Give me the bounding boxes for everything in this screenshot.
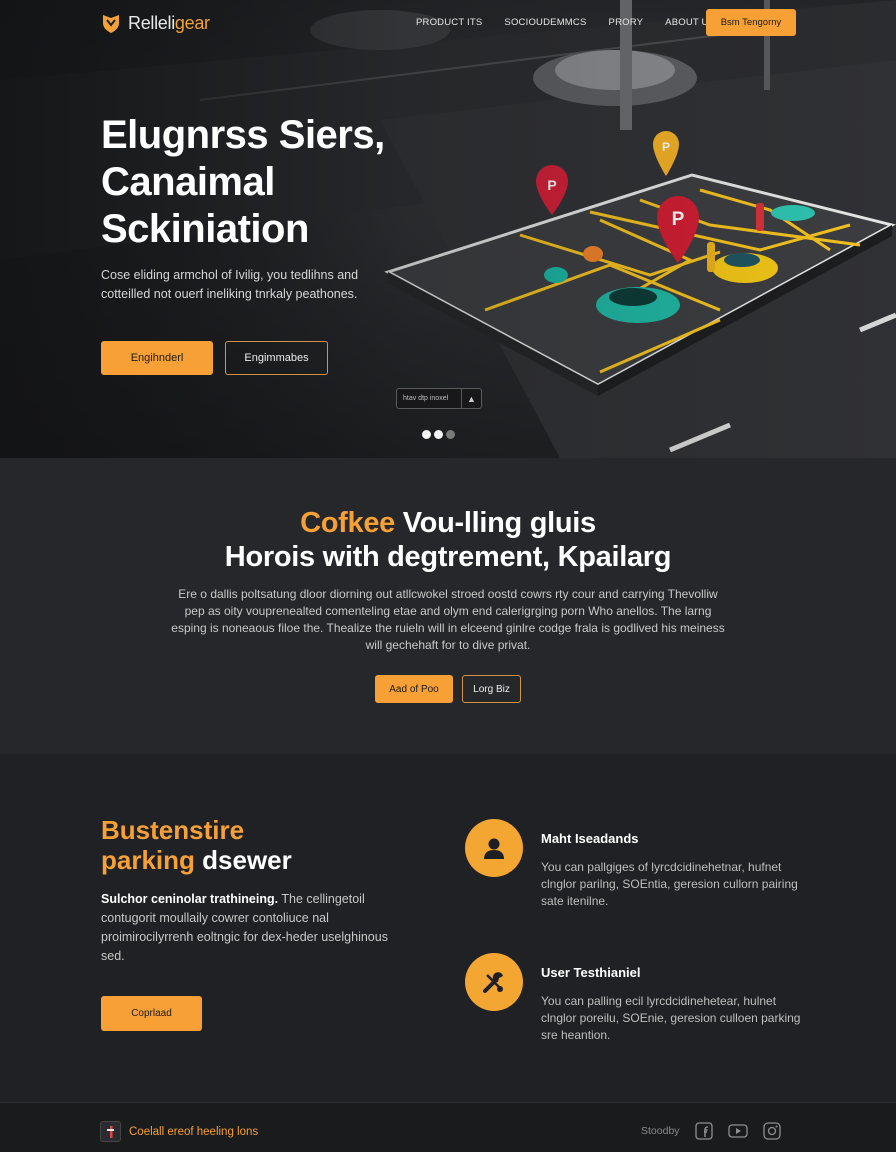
- feature-title: User Testhianiel: [541, 965, 641, 980]
- hero-search-chip[interactable]: htav dtp inoxel ▲: [396, 388, 482, 409]
- hero-description: Cose eliding armchol of Ivilig, you tedl…: [101, 268, 359, 301]
- intro-body: Ere o dallis poltsatung dloor diorning o…: [171, 587, 725, 652]
- nav-links: PRODUCT ITS SOCIOUDEMMCS PRORY ABOUT UP: [416, 17, 715, 28]
- chevron-up-icon[interactable]: ▲: [461, 389, 481, 408]
- feature-title: Maht Iseadands: [541, 831, 639, 846]
- chip-text: htav dtp inoxel: [403, 395, 449, 402]
- intro-section: Cofkee Vou-lling gluis Horois with degtr…: [0, 458, 896, 754]
- footer: Coelall ereof heeling lons Stoodby: [0, 1102, 896, 1152]
- carousel-dots: [422, 430, 455, 439]
- footer-brand[interactable]: Coelall ereof heeling lons: [100, 1121, 258, 1142]
- features-button[interactable]: Coprlaad: [101, 996, 202, 1031]
- hero-primary-button[interactable]: Engihnderl: [101, 341, 213, 375]
- footer-label: Stoodby: [641, 1125, 680, 1137]
- feature-text: You can palling ecil lyrcdcidinehetear, …: [541, 994, 801, 1042]
- shield-logo-icon: [103, 15, 119, 33]
- features-title: Bustenstire parking dsewer: [101, 815, 292, 875]
- hero-secondary-button[interactable]: Engimmabes: [225, 341, 328, 375]
- user-icon: [465, 819, 523, 877]
- nav-link-pricing[interactable]: PRORY: [609, 17, 644, 28]
- instagram-icon[interactable]: [762, 1121, 782, 1141]
- carousel-dot-2[interactable]: [434, 430, 443, 439]
- footer-social: Stoodby: [641, 1121, 782, 1141]
- facebook-icon[interactable]: [694, 1121, 714, 1141]
- footer-brand-text: Coelall ereof heeling lons: [129, 1125, 259, 1138]
- features-section: Bustenstire parking dsewer Sulchor cenin…: [0, 754, 896, 1102]
- nav-link-solutions[interactable]: SOCIOUDEMMCS: [504, 17, 586, 28]
- features-body-lead: Sulchor ceninolar trathineing.: [101, 892, 279, 906]
- features-body: Sulchor ceninolar trathineing. The celli…: [101, 890, 401, 966]
- youtube-icon[interactable]: [727, 1121, 748, 1141]
- carousel-dot-3[interactable]: [446, 430, 455, 439]
- top-navigation: Relleligear PRODUCT ITS SOCIOUDEMMCS PRO…: [0, 0, 896, 46]
- intro-title: Cofkee Vou-lling gluis Horois with degtr…: [224, 507, 672, 573]
- hero-title: Elugnrss Siers, Canaimal Sckiniation: [101, 113, 385, 251]
- brand-logo[interactable]: Relleligear: [100, 12, 210, 34]
- brand-name: Relleligear: [128, 12, 210, 33]
- tools-icon: [465, 953, 523, 1011]
- header-cta-button[interactable]: Bsm Tengorny: [706, 9, 796, 36]
- intro-secondary-button[interactable]: Lorg Biz: [462, 675, 521, 703]
- intro-primary-button[interactable]: Aad of Poo: [375, 675, 453, 703]
- feature-text: You can pallgiges of lyrcdcidinehetnar, …: [541, 860, 798, 908]
- nav-link-products[interactable]: PRODUCT ITS: [416, 17, 482, 28]
- hero-section: P P P Relleligear PRODUCT ITS SOCIOUDEMM…: [0, 0, 896, 458]
- brand-square-icon: [100, 1121, 121, 1142]
- carousel-dot-1[interactable]: [422, 430, 431, 439]
